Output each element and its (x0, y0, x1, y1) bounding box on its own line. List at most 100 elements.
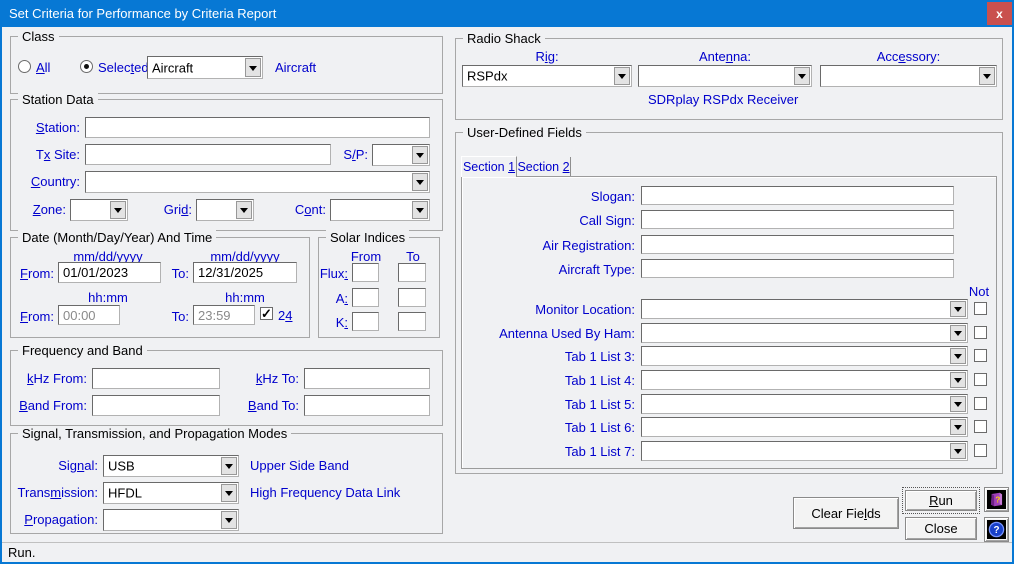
radio-selected[interactable] (80, 60, 93, 73)
dropdown-arrow-icon (979, 67, 995, 85)
monitor-location-dropdown[interactable] (641, 299, 968, 319)
window-border-left (0, 27, 2, 564)
not-checkbox-3[interactable] (974, 349, 987, 362)
close-icon[interactable]: x (987, 2, 1012, 25)
date-to-input[interactable] (193, 262, 297, 283)
country-dropdown[interactable] (85, 171, 430, 193)
rig-label: Rig: (462, 49, 632, 64)
dropdown-arrow-icon (950, 372, 966, 388)
not-checkbox-5[interactable] (974, 397, 987, 410)
tab1-list6-dropdown[interactable] (641, 417, 968, 437)
date-from-label: From: (12, 266, 54, 281)
cont-label: Cont: (282, 202, 326, 217)
date-from-input[interactable] (58, 262, 161, 283)
modes-group-title: Signal, Transmission, and Propagation Mo… (18, 426, 291, 441)
band-to-input[interactable] (304, 395, 430, 416)
tab1-list7-dropdown[interactable] (641, 441, 968, 461)
clear-fields-button[interactable]: Clear Fields (793, 497, 899, 529)
class-hint: Aircraft (275, 60, 316, 75)
tx-site-label: Tx Site: (18, 147, 80, 162)
clear-fields-label: Clear Fields (811, 506, 880, 521)
radio-all[interactable] (18, 60, 31, 73)
flux-label: Flux: (317, 266, 348, 281)
k-to-input[interactable] (398, 312, 426, 331)
tab1-list3-dropdown[interactable] (641, 346, 968, 366)
dropdown-arrow-icon (950, 396, 966, 412)
zone-dropdown[interactable] (70, 199, 128, 221)
tab1-list5-label: Tab 1 List 5: (460, 397, 635, 412)
call-sign-input[interactable] (641, 210, 954, 229)
help-book-button[interactable]: ? (984, 487, 1009, 512)
transmission-dropdown[interactable]: HFDL (103, 482, 239, 504)
grid-dropdown[interactable] (196, 199, 254, 221)
station-input[interactable] (85, 117, 430, 138)
tab-section-1-label: Section 1 (463, 160, 515, 174)
air-registration-input[interactable] (641, 235, 954, 254)
transmission-hint: High Frequency Data Link (250, 485, 400, 500)
slogan-input[interactable] (641, 186, 954, 205)
k-from-input[interactable] (352, 312, 379, 331)
not-checkbox-4[interactable] (974, 373, 987, 386)
time-from-input (58, 305, 120, 325)
air-registration-label: Air Registration: (460, 238, 635, 253)
dropdown-arrow-icon (236, 201, 252, 219)
accessory-dropdown[interactable] (820, 65, 997, 87)
date-to-label: To: (162, 266, 189, 281)
khz-from-label: kHz From: (10, 371, 87, 386)
aircraft-type-input[interactable] (641, 259, 954, 278)
time-to-input (193, 305, 255, 325)
close-label: Close (924, 521, 957, 536)
tab1-list3-label: Tab 1 List 3: (460, 349, 635, 364)
close-button[interactable]: Close (905, 517, 977, 540)
tab1-list4-dropdown[interactable] (641, 370, 968, 390)
rig-dropdown[interactable]: RSPdx (462, 65, 632, 87)
a-from-input[interactable] (352, 288, 379, 307)
band-to-label: Band To: (225, 398, 299, 413)
time-format-from-label: hh:mm (56, 290, 160, 305)
not-checkbox-2[interactable] (974, 326, 987, 339)
khz-to-input[interactable] (304, 368, 430, 389)
status-text: Run. (8, 545, 35, 560)
transmission-label: Transmission: (10, 485, 98, 500)
help-button[interactable]: ? (984, 517, 1009, 542)
flux-to-input[interactable] (398, 263, 426, 282)
hours24-checkbox[interactable] (260, 307, 273, 320)
monitor-location-label: Monitor Location: (460, 302, 635, 317)
antenna-dropdown[interactable] (638, 65, 812, 87)
station-label: Station: (18, 120, 80, 135)
title-bar: Set Criteria for Performance by Criteria… (0, 0, 1014, 27)
antenna-used-by-ham-dropdown[interactable] (641, 323, 968, 343)
solar-to-header: To (398, 249, 428, 264)
cont-dropdown[interactable] (330, 199, 430, 221)
country-label: Country: (6, 174, 80, 189)
not-checkbox-7[interactable] (974, 444, 987, 457)
sp-dropdown[interactable] (372, 144, 430, 166)
slogan-label: Slogan: (460, 189, 635, 204)
tab-section-2[interactable]: Section 2 (517, 157, 571, 176)
tab1-list7-label: Tab 1 List 7: (460, 444, 635, 459)
propagation-dropdown[interactable] (103, 509, 239, 531)
signal-dropdown[interactable]: USB (103, 455, 239, 477)
flux-from-input[interactable] (352, 263, 379, 282)
khz-from-input[interactable] (92, 368, 220, 389)
tab1-list5-dropdown[interactable] (641, 394, 968, 414)
dropdown-arrow-icon (221, 457, 237, 475)
band-from-input[interactable] (92, 395, 220, 416)
tab-section-2-label: Section 2 (517, 160, 569, 174)
aircraft-type-label: Aircraft Type: (460, 262, 635, 277)
signal-label: Signal: (20, 458, 98, 473)
tab-section-1[interactable]: Section 1 (461, 156, 517, 177)
not-checkbox-1[interactable] (974, 302, 987, 315)
solar-from-header: From (344, 249, 388, 264)
tx-site-input[interactable] (85, 144, 331, 165)
class-dropdown[interactable]: Aircraft (147, 56, 263, 79)
dropdown-arrow-icon (950, 443, 966, 459)
a-to-input[interactable] (398, 288, 426, 307)
not-checkbox-6[interactable] (974, 420, 987, 433)
propagation-label: Propagation: (18, 512, 98, 527)
not-column-header: Not (964, 284, 994, 299)
dropdown-arrow-icon (950, 325, 966, 341)
dropdown-arrow-icon (950, 419, 966, 435)
run-button[interactable]: Run (905, 490, 977, 511)
dropdown-arrow-icon (412, 201, 428, 219)
